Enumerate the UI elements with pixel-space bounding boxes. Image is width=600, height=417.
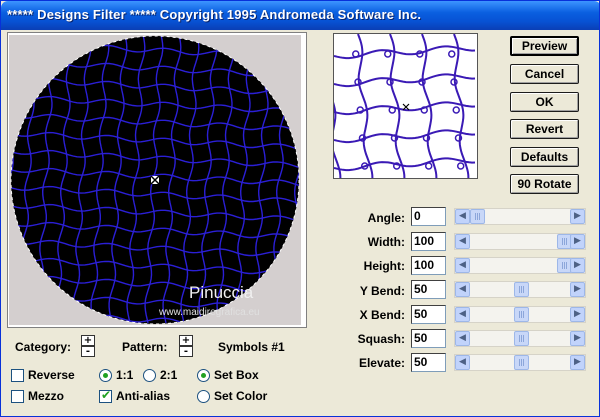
elevate-slider-right-arrow-icon[interactable]: ▶ [570,355,585,370]
watermark-name: Pinuccia [189,283,254,302]
pattern-stepper: + - [179,335,193,357]
y-bend-slider-right-arrow-icon[interactable]: ▶ [570,282,585,297]
designs-filter-window: ***** Designs Filter ***** Copyright 199… [0,0,600,417]
x-bend-label: X Bend: [359,308,405,322]
rotate-90-button[interactable]: 90 Rotate [510,174,579,194]
category-minus-button[interactable]: - [81,346,95,357]
radio-selected-dot [103,373,108,378]
height-label: Height: [363,259,405,273]
pattern-thumbnail[interactable] [333,33,478,179]
x-bend-field[interactable]: 50 [411,305,446,324]
squash-slider-right-arrow-icon[interactable]: ▶ [570,331,585,346]
preview-image: Pinuccia www.maidiregrafica.eu [10,35,300,325]
ratio-1-1-label[interactable]: 1:1 [116,368,133,382]
height-slider[interactable]: ◀ ▶ [454,257,586,274]
squash-slider[interactable]: ◀ ▶ [454,330,586,347]
x-bend-slider-left-arrow-icon[interactable]: ◀ [455,307,470,322]
set-box-radio[interactable] [197,369,210,382]
cancel-button[interactable]: Cancel [510,64,579,84]
pattern-thumbnail-image [334,34,476,178]
pattern-label: Pattern: [122,340,168,354]
watermark-url: www.maidiregrafica.eu [158,307,260,318]
angle-slider-left-arrow-icon[interactable]: ◀ [455,209,470,224]
angle-slider-right-arrow-icon[interactable]: ▶ [570,209,585,224]
checkmark-icon: ✔ [101,388,112,402]
width-label: Width: [367,235,405,249]
angle-label: Angle: [367,211,405,225]
pattern-name: Symbols #1 [218,340,285,354]
angle-slider-thumb[interactable] [470,209,485,224]
defaults-button[interactable]: Defaults [510,147,579,167]
antialias-label[interactable]: Anti-alias [116,389,170,403]
ratio-2-1-radio[interactable] [143,369,156,382]
elevate-label: Elevate: [358,356,405,370]
width-slider[interactable]: ◀ ▶ [454,233,586,250]
radio-selected-dot [201,373,206,378]
ratio-1-1-radio[interactable] [99,369,112,382]
category-stepper: + - [81,335,95,357]
reverse-label[interactable]: Reverse [28,368,75,382]
width-slider-right-arrow-icon[interactable]: ▶ [570,234,585,249]
x-bend-slider-right-arrow-icon[interactable]: ▶ [570,307,585,322]
preview-canvas[interactable]: Pinuccia www.maidiregrafica.eu [9,35,301,325]
y-bend-slider-thumb[interactable] [514,282,529,297]
angle-field[interactable]: 0 [411,207,446,226]
elevate-slider[interactable]: ◀ ▶ [454,354,586,371]
window-title: ***** Designs Filter ***** Copyright 199… [7,7,422,22]
revert-button[interactable]: Revert [510,119,579,139]
pattern-plus-button[interactable]: + [179,335,193,346]
elevate-field[interactable]: 50 [411,353,446,372]
antialias-checkbox[interactable]: ✔ [99,388,112,403]
preview-button[interactable]: Preview [510,36,579,56]
set-color-label[interactable]: Set Color [214,389,267,403]
category-plus-button[interactable]: + [81,335,95,346]
set-color-radio[interactable] [197,390,210,403]
y-bend-label: Y Bend: [359,284,405,298]
angle-slider[interactable]: ◀ ▶ [454,208,586,225]
mezzo-checkbox[interactable] [11,390,24,403]
y-bend-slider[interactable]: ◀ ▶ [454,281,586,298]
height-slider-left-arrow-icon[interactable]: ◀ [455,258,470,273]
elevate-slider-left-arrow-icon[interactable]: ◀ [455,355,470,370]
height-field[interactable]: 100 [411,256,446,275]
mezzo-label[interactable]: Mezzo [28,389,64,403]
y-bend-field[interactable]: 50 [411,280,446,299]
squash-slider-thumb[interactable] [514,331,529,346]
y-bend-slider-left-arrow-icon[interactable]: ◀ [455,282,470,297]
height-slider-right-arrow-icon[interactable]: ▶ [570,258,585,273]
elevate-slider-thumb[interactable] [514,355,529,370]
category-label: Category: [15,340,72,354]
pattern-minus-button[interactable]: - [179,346,193,357]
width-field[interactable]: 100 [411,232,446,251]
ratio-2-1-label[interactable]: 2:1 [160,368,177,382]
squash-field[interactable]: 50 [411,329,446,348]
width-slider-left-arrow-icon[interactable]: ◀ [455,234,470,249]
squash-slider-left-arrow-icon[interactable]: ◀ [455,331,470,346]
center-crosshair-icon[interactable] [150,175,160,185]
set-box-label[interactable]: Set Box [214,368,259,382]
reverse-checkbox[interactable] [11,369,24,382]
title-bar[interactable]: ***** Designs Filter ***** Copyright 199… [1,1,599,30]
ok-button[interactable]: OK [510,92,579,112]
squash-label: Squash: [357,332,405,346]
x-bend-slider[interactable]: ◀ ▶ [454,306,586,323]
x-bend-slider-thumb[interactable] [514,307,529,322]
